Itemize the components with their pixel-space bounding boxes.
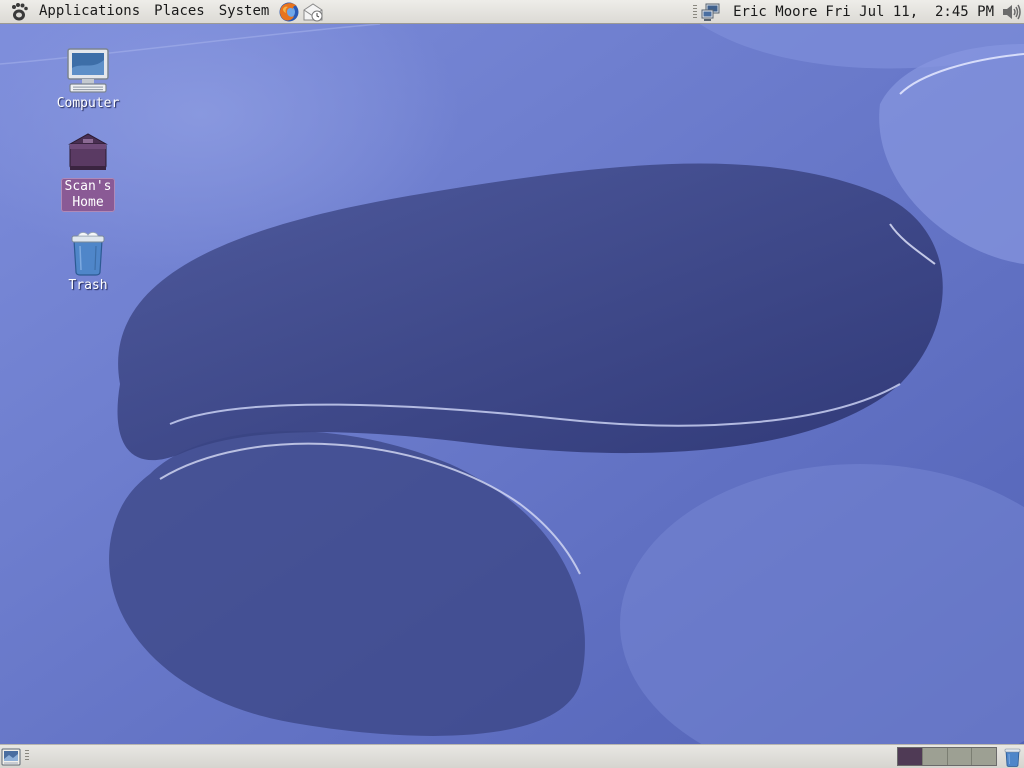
volume-icon[interactable] — [1000, 1, 1022, 23]
network-icon[interactable] — [701, 2, 721, 22]
workspace-2[interactable] — [922, 748, 948, 765]
desktop[interactable]: Computer Scan's Home Trash — [0, 24, 1024, 744]
desktop-icon-trash[interactable]: Trash — [50, 230, 126, 294]
workspace-switcher — [897, 747, 997, 766]
screen: Applications Places System Eric Moore Fr… — [0, 0, 1024, 768]
gnome-foot-icon[interactable] — [8, 1, 30, 23]
desktop-icon-label: Trash — [68, 278, 108, 293]
show-desktop-icon[interactable] — [1, 747, 21, 767]
trash-icon — [71, 232, 105, 276]
main-menu-bar: Applications Places System — [0, 0, 324, 23]
wallpaper — [0, 24, 1024, 744]
trash-applet-icon[interactable] — [1002, 746, 1023, 767]
top-panel: Applications Places System Eric Moore Fr… — [0, 0, 1024, 24]
desktop-icon-label-selected: Scan's Home — [60, 178, 116, 212]
user-name[interactable]: Eric Moore — [729, 4, 821, 20]
menu-system[interactable]: System — [212, 0, 277, 23]
workspace-4[interactable] — [972, 748, 996, 765]
home-folder-icon — [68, 133, 108, 170]
workspace-3[interactable] — [947, 748, 973, 765]
menu-applications[interactable]: Applications — [32, 0, 147, 23]
panel-drag-handle[interactable] — [693, 4, 698, 19]
mail-clock-icon[interactable] — [302, 1, 324, 23]
computer-icon — [67, 48, 109, 93]
clock[interactable]: Fri Jul 11, 2:45 PM — [821, 4, 1000, 20]
firefox-icon[interactable] — [278, 1, 300, 23]
top-panel-right: Eric Moore Fri Jul 11, 2:45 PM — [689, 0, 1024, 23]
desktop-icon-label: Computer — [56, 96, 120, 111]
panel-drag-handle[interactable] — [25, 750, 29, 762]
bottom-panel — [0, 744, 1024, 768]
menu-places[interactable]: Places — [147, 0, 212, 23]
workspace-1[interactable] — [898, 748, 923, 765]
desktop-icon-computer[interactable]: Computer — [50, 46, 126, 112]
desktop-icon-home[interactable]: Scan's Home — [50, 130, 126, 212]
